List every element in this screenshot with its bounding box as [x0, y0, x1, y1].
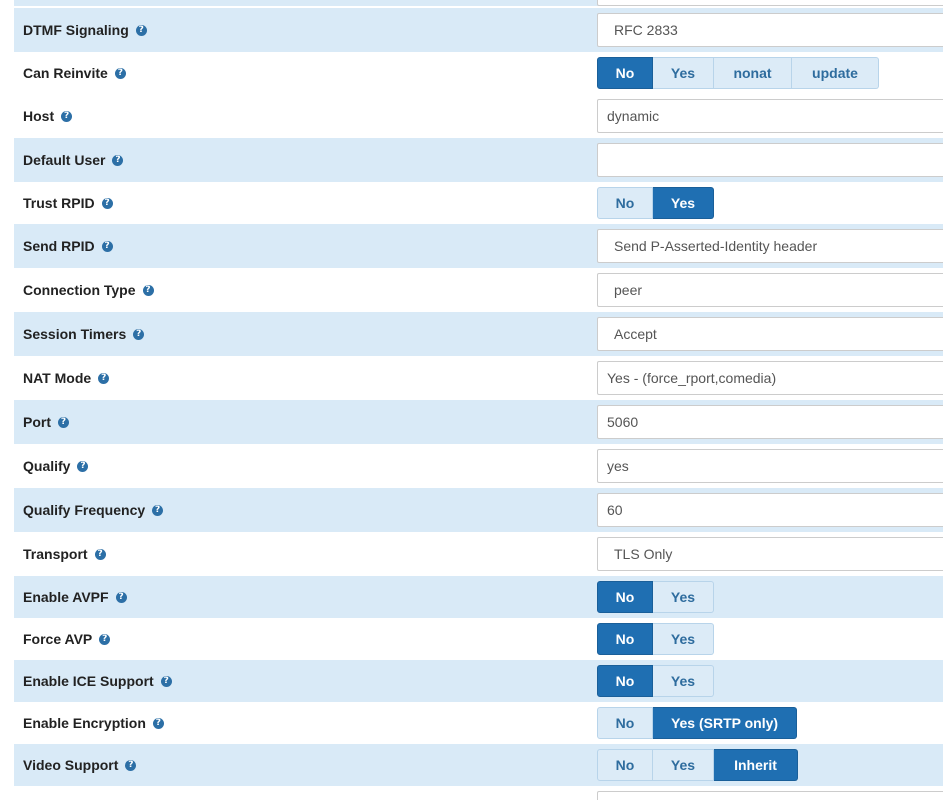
- row-can-reinvite: Can Reinvite? No Yes nonat update: [14, 52, 943, 94]
- row-next-partial: [14, 786, 943, 800]
- port-input[interactable]: 5060: [597, 405, 943, 439]
- can-reinvite-yes-button[interactable]: Yes: [653, 57, 714, 89]
- help-icon[interactable]: ?: [115, 591, 127, 603]
- row-session-timers: Session Timers? Accept: [14, 312, 943, 356]
- trust-rpid-label: Trust RPID: [23, 195, 95, 211]
- help-icon[interactable]: ?: [114, 67, 126, 79]
- nat-mode-label: NAT Mode: [23, 370, 92, 386]
- trust-rpid-toggle-group: No Yes: [597, 187, 714, 219]
- send-rpid-label: Send RPID: [23, 238, 95, 254]
- enable-avpf-no-button[interactable]: No: [597, 581, 653, 613]
- row-force-avp: Force AVP? No Yes: [14, 618, 943, 660]
- can-reinvite-toggle-group: No Yes nonat update: [597, 57, 879, 89]
- video-support-label: Video Support: [23, 757, 119, 773]
- transport-select[interactable]: TLS Only: [597, 537, 943, 571]
- force-avp-label: Force AVP: [23, 631, 93, 647]
- help-icon[interactable]: ?: [101, 240, 113, 252]
- nat-mode-select[interactable]: Yes - (force_rport,comedia): [597, 361, 943, 395]
- row-qualify: Qualify? yes: [14, 444, 943, 488]
- row-connection-type: Connection Type? peer: [14, 268, 943, 312]
- enable-avpf-yes-button[interactable]: Yes: [653, 581, 714, 613]
- enable-avpf-label: Enable AVPF: [23, 589, 109, 605]
- connection-type-select[interactable]: peer: [597, 273, 943, 307]
- help-icon[interactable]: ?: [58, 416, 69, 428]
- can-reinvite-nonat-button[interactable]: nonat: [714, 57, 792, 89]
- help-icon[interactable]: ?: [77, 460, 89, 472]
- host-input[interactable]: dynamic: [597, 99, 943, 133]
- help-icon[interactable]: ?: [152, 717, 164, 729]
- qualify-label: Qualify: [23, 458, 71, 474]
- force-avp-yes-button[interactable]: Yes: [653, 623, 714, 655]
- help-icon[interactable]: ?: [133, 328, 145, 340]
- video-support-yes-button[interactable]: Yes: [653, 749, 714, 781]
- row-previous-partial: [14, 0, 943, 6]
- host-label: Host: [23, 108, 55, 124]
- enable-encryption-label: Enable Encryption: [23, 715, 146, 731]
- help-icon[interactable]: ?: [94, 548, 106, 560]
- can-reinvite-update-button[interactable]: update: [792, 57, 879, 89]
- help-icon[interactable]: ?: [152, 504, 164, 516]
- help-icon[interactable]: ?: [61, 110, 73, 122]
- settings-form: DTMF Signaling? RFC 2833 Can Reinvite? N…: [14, 0, 943, 800]
- default-user-input[interactable]: [597, 143, 943, 177]
- qualify-input[interactable]: yes: [597, 449, 943, 483]
- port-label: Port: [23, 414, 51, 430]
- enable-ice-support-no-button[interactable]: No: [597, 665, 653, 697]
- default-user-label: Default User: [23, 152, 106, 168]
- help-icon[interactable]: ?: [125, 759, 137, 771]
- previous-field-partial[interactable]: [597, 0, 943, 6]
- enable-encryption-toggle-group: No Yes (SRTP only): [597, 707, 797, 739]
- row-nat-mode: NAT Mode? Yes - (force_rport,comedia): [14, 356, 943, 400]
- next-field-partial[interactable]: [597, 791, 943, 800]
- help-icon[interactable]: ?: [99, 633, 111, 645]
- enable-ice-support-toggle-group: No Yes: [597, 665, 714, 697]
- help-icon[interactable]: ?: [135, 24, 147, 36]
- force-avp-toggle-group: No Yes: [597, 623, 714, 655]
- connection-type-label: Connection Type: [23, 282, 136, 298]
- video-support-inherit-button[interactable]: Inherit: [714, 749, 798, 781]
- can-reinvite-label: Can Reinvite: [23, 65, 108, 81]
- enable-encryption-no-button[interactable]: No: [597, 707, 653, 739]
- transport-label: Transport: [23, 546, 88, 562]
- enable-ice-support-yes-button[interactable]: Yes: [653, 665, 714, 697]
- session-timers-select[interactable]: Accept: [597, 317, 943, 351]
- qualify-frequency-input[interactable]: 60: [597, 493, 943, 527]
- trust-rpid-yes-button[interactable]: Yes: [653, 187, 714, 219]
- help-icon[interactable]: ?: [142, 284, 154, 296]
- row-send-rpid: Send RPID? Send P-Asserted-Identity head…: [14, 224, 943, 268]
- can-reinvite-no-button[interactable]: No: [597, 57, 653, 89]
- row-port: Port? 5060: [14, 400, 943, 444]
- video-support-toggle-group: No Yes Inherit: [597, 749, 798, 781]
- row-trust-rpid: Trust RPID? No Yes: [14, 182, 943, 224]
- row-enable-ice-support: Enable ICE Support? No Yes: [14, 660, 943, 702]
- help-icon[interactable]: ?: [112, 154, 124, 166]
- enable-avpf-toggle-group: No Yes: [597, 581, 714, 613]
- dtmf-signaling-label: DTMF Signaling: [23, 22, 129, 38]
- help-icon[interactable]: ?: [160, 675, 172, 687]
- row-enable-avpf: Enable AVPF? No Yes: [14, 576, 943, 618]
- row-enable-encryption: Enable Encryption? No Yes (SRTP only): [14, 702, 943, 744]
- row-video-support: Video Support? No Yes Inherit: [14, 744, 943, 786]
- qualify-frequency-label: Qualify Frequency: [23, 502, 146, 518]
- row-transport: Transport? TLS Only: [14, 532, 943, 576]
- row-default-user: Default User?: [14, 138, 943, 182]
- session-timers-label: Session Timers: [23, 326, 127, 342]
- video-support-no-button[interactable]: No: [597, 749, 653, 781]
- row-host: Host? dynamic: [14, 94, 943, 138]
- enable-encryption-yes-srtp-button[interactable]: Yes (SRTP only): [653, 707, 797, 739]
- force-avp-no-button[interactable]: No: [597, 623, 653, 655]
- row-dtmf-signaling: DTMF Signaling? RFC 2833: [14, 8, 943, 52]
- enable-ice-support-label: Enable ICE Support: [23, 673, 154, 689]
- trust-rpid-no-button[interactable]: No: [597, 187, 653, 219]
- dtmf-signaling-select[interactable]: RFC 2833: [597, 13, 943, 47]
- help-icon[interactable]: ?: [98, 372, 110, 384]
- row-qualify-frequency: Qualify Frequency? 60: [14, 488, 943, 532]
- send-rpid-select[interactable]: Send P-Asserted-Identity header: [597, 229, 943, 263]
- help-icon[interactable]: ?: [101, 197, 113, 209]
